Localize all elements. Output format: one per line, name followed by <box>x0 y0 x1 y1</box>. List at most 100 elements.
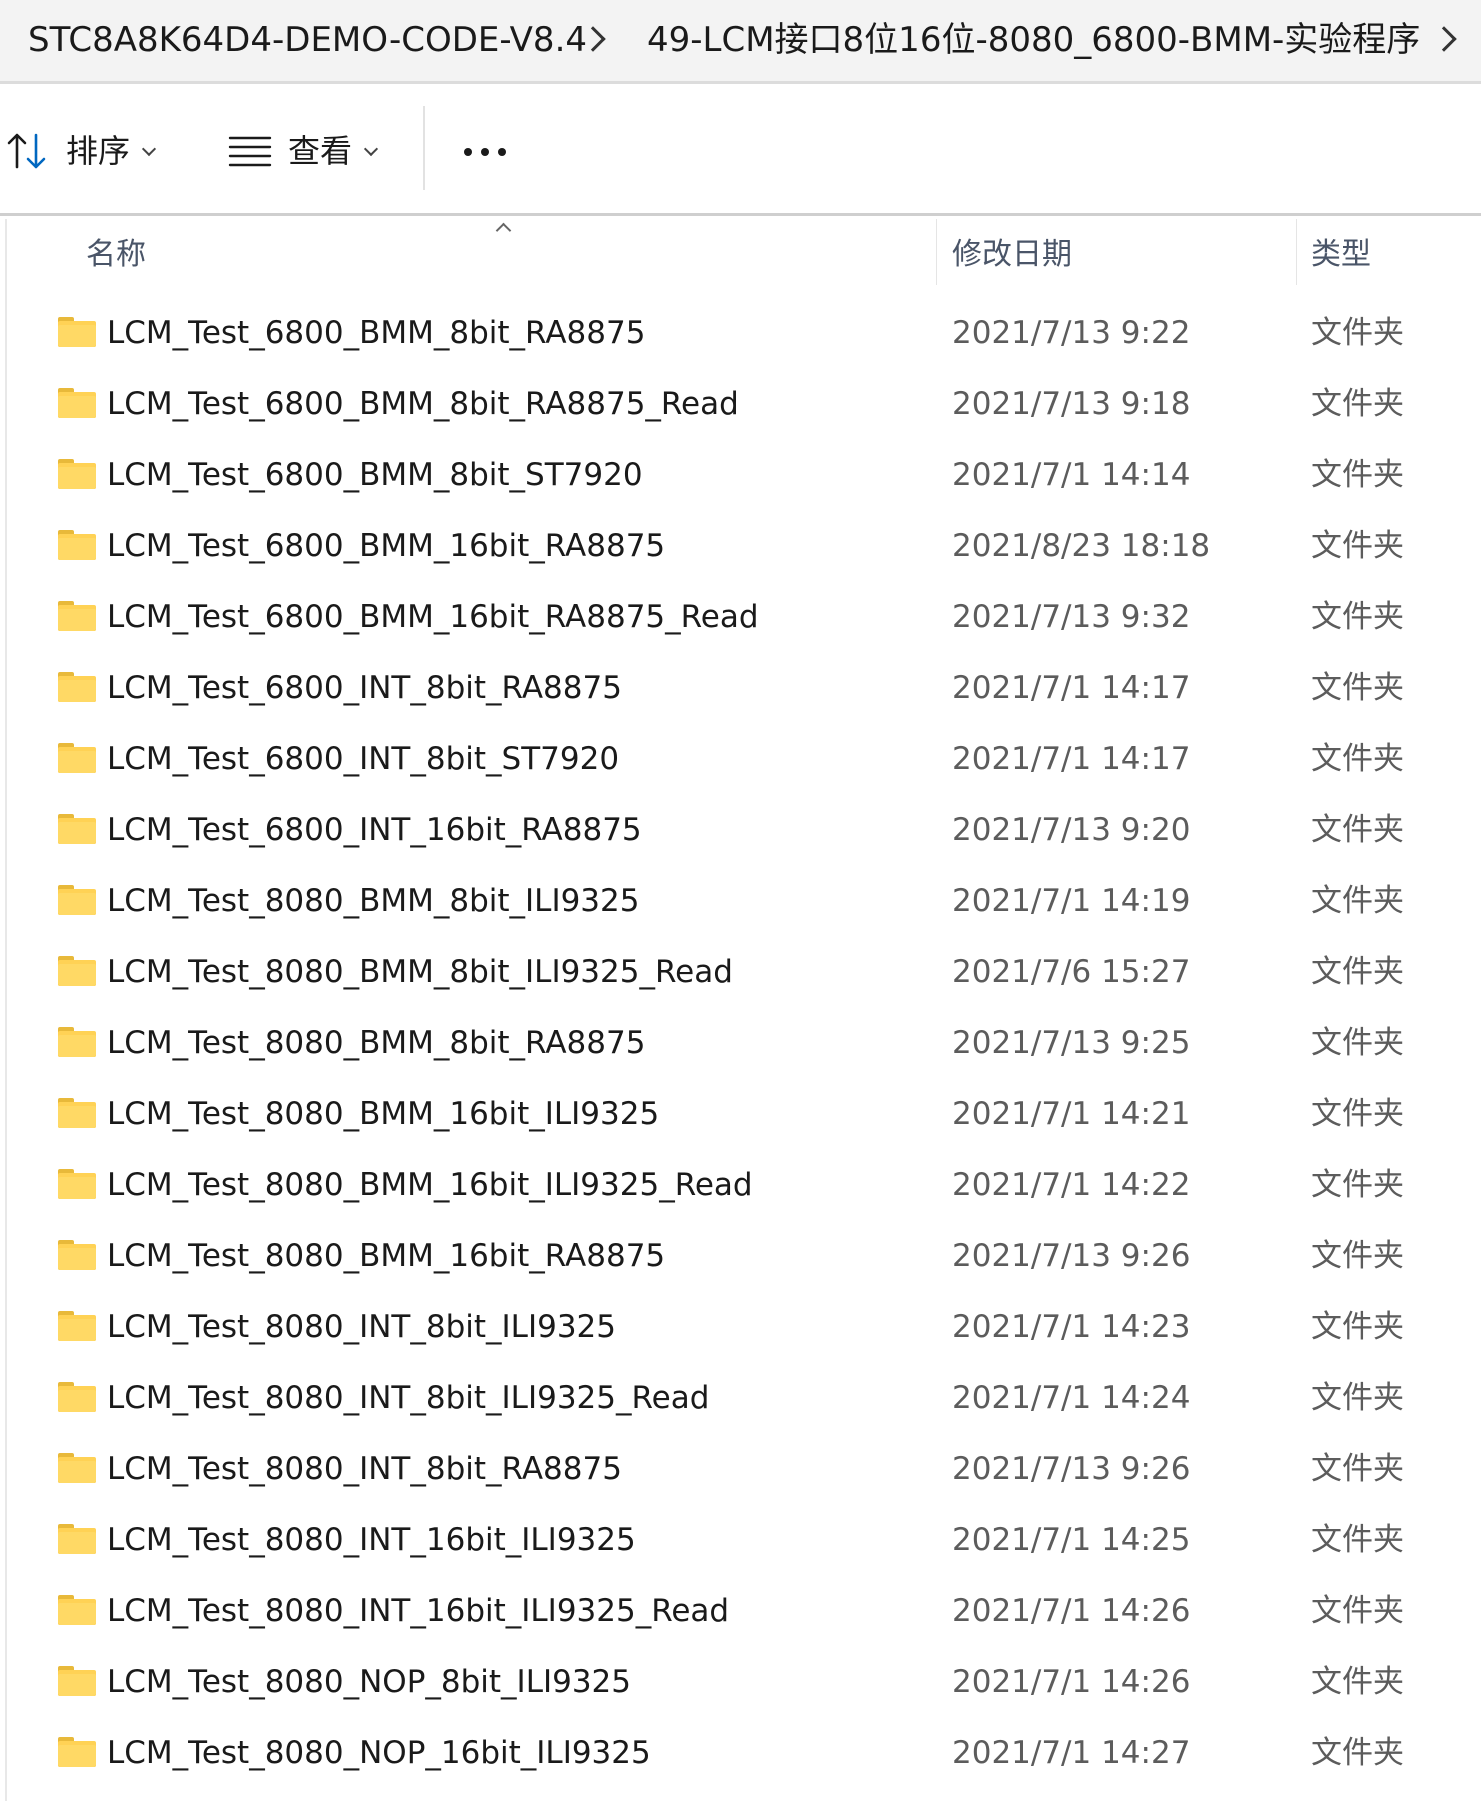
file-row[interactable]: LCM_Test_8080_BMM_16bit_ILI9325 2021/7/1 … <box>0 1079 1481 1150</box>
file-type: 文件夹 <box>1311 599 1404 635</box>
file-row[interactable]: LCM_Test_8080_INT_16bit_ILI9325 2021/7/1 … <box>0 1505 1481 1576</box>
file-name: LCM_Test_8080_INT_16bit_ILI9325_Read <box>107 1593 730 1629</box>
folder-icon <box>58 743 96 773</box>
file-name: LCM_Test_6800_INT_8bit_ST7920 <box>107 741 620 777</box>
folder-icon <box>58 388 96 418</box>
file-name: LCM_Test_8080_BMM_8bit_ILI9325_Read <box>107 954 733 990</box>
file-type: 文件夹 <box>1311 954 1404 990</box>
folder-icon <box>58 1737 96 1767</box>
chevron-right-icon[interactable] <box>1431 26 1457 52</box>
file-row[interactable]: LCM_Test_6800_INT_8bit_RA8875 2021/7/1 14… <box>0 653 1481 724</box>
file-type: 文件夹 <box>1311 1167 1404 1203</box>
file-date: 2021/7/13 9:26 <box>952 1451 1191 1487</box>
breadcrumb-item-root[interactable]: STC8A8K64D4-DEMO-CODE-V8.4 <box>28 18 587 62</box>
file-type: 文件夹 <box>1311 1096 1404 1132</box>
file-name: LCM_Test_6800_BMM_8bit_RA8875_Read <box>107 386 739 422</box>
folder-icon <box>58 956 96 986</box>
folder-icon <box>58 1666 96 1696</box>
file-date: 2021/7/1 14:25 <box>952 1522 1191 1558</box>
folder-icon <box>58 317 96 347</box>
file-name: LCM_Test_8080_BMM_16bit_ILI9325 <box>107 1096 660 1132</box>
file-date: 2021/7/6 15:27 <box>952 954 1191 990</box>
file-type: 文件夹 <box>1311 883 1404 919</box>
sort-arrows-icon <box>7 133 46 169</box>
file-date: 2021/7/1 14:26 <box>952 1593 1191 1629</box>
column-divider[interactable] <box>936 219 937 285</box>
file-date: 2021/7/13 9:26 <box>952 1238 1191 1274</box>
file-name: LCM_Test_6800_BMM_8bit_ST7920 <box>107 457 643 493</box>
file-row[interactable]: LCM_Test_6800_BMM_8bit_RA8875 2021/7/13 9… <box>0 298 1481 369</box>
file-row[interactable]: LCM_Test_8080_BMM_8bit_ILI9325 2021/7/1 1… <box>0 866 1481 937</box>
file-type: 文件夹 <box>1311 1025 1404 1061</box>
file-name: LCM_Test_6800_INT_16bit_RA8875 <box>107 812 642 848</box>
file-type: 文件夹 <box>1311 1309 1404 1345</box>
file-name: LCM_Test_8080_BMM_8bit_RA8875 <box>107 1025 646 1061</box>
folder-icon <box>58 1169 96 1199</box>
file-row[interactable]: LCM_Test_8080_INT_8bit_RA8875 2021/7/13 9… <box>0 1434 1481 1505</box>
file-row[interactable]: LCM_Test_6800_INT_8bit_ST7920 2021/7/1 14… <box>0 724 1481 795</box>
file-row[interactable]: LCM_Test_8080_INT_16bit_ILI9325_Read 2021… <box>0 1576 1481 1647</box>
file-name: LCM_Test_6800_INT_8bit_RA8875 <box>107 670 622 706</box>
file-date: 2021/7/13 9:20 <box>952 812 1191 848</box>
file-row[interactable]: LCM_Test_6800_INT_16bit_RA8875 2021/7/13 … <box>0 795 1481 866</box>
column-header-type[interactable]: 类型 <box>1311 235 1371 275</box>
file-row[interactable]: LCM_Test_6800_BMM_16bit_RA8875_Read 2021/… <box>0 582 1481 653</box>
more-options-button[interactable] <box>450 87 522 216</box>
file-row[interactable]: LCM_Test_8080_INT_8bit_ILI9325 2021/7/1 1… <box>0 1292 1481 1363</box>
file-row[interactable]: LCM_Test_8080_BMM_8bit_RA8875 2021/7/13 9… <box>0 1008 1481 1079</box>
folder-icon <box>58 1098 96 1128</box>
file-row[interactable]: LCM_Test_6800_BMM_8bit_ST7920 2021/7/1 14… <box>0 440 1481 511</box>
file-row[interactable]: LCM_Test_8080_BMM_16bit_ILI9325_Read 2021… <box>0 1150 1481 1221</box>
file-row[interactable]: LCM_Test_6800_BMM_16bit_RA8875 2021/8/23 … <box>0 511 1481 582</box>
folder-icon <box>58 1382 96 1412</box>
file-name: LCM_Test_8080_INT_8bit_RA8875 <box>107 1451 622 1487</box>
sort-label: 排序 <box>66 132 131 170</box>
file-type: 文件夹 <box>1311 1664 1404 1700</box>
folder-icon <box>58 1027 96 1057</box>
chevron-down-icon <box>363 141 379 157</box>
breadcrumb-item-current[interactable]: 49-LCM接口8位16位-8080_6800-BMM-实验程序 <box>647 18 1420 62</box>
file-date: 2021/7/1 14:23 <box>952 1309 1191 1345</box>
file-type: 文件夹 <box>1311 812 1404 848</box>
folder-icon <box>58 814 96 844</box>
file-date: 2021/7/1 14:21 <box>952 1096 1191 1132</box>
column-header-name[interactable]: 名称 <box>86 235 146 275</box>
command-bar: 排序 查看 <box>0 87 1481 216</box>
folder-icon <box>58 601 96 631</box>
file-name: LCM_Test_8080_NOP_16bit_ILI9325 <box>107 1735 651 1771</box>
file-date: 2021/7/1 14:27 <box>952 1735 1191 1771</box>
file-name: LCM_Test_6800_BMM_16bit_RA8875_Read <box>107 599 759 635</box>
file-type: 文件夹 <box>1311 670 1404 706</box>
file-row[interactable]: LCM_Test_8080_BMM_16bit_RA8875 2021/7/13 … <box>0 1221 1481 1292</box>
file-date: 2021/7/1 14:14 <box>952 457 1191 493</box>
view-label: 查看 <box>288 132 353 170</box>
file-type: 文件夹 <box>1311 1522 1404 1558</box>
file-row[interactable]: LCM_Test_8080_BMM_8bit_ILI9325_Read 2021/… <box>0 937 1481 1008</box>
file-type: 文件夹 <box>1311 315 1404 351</box>
file-date: 2021/7/1 14:22 <box>952 1167 1191 1203</box>
file-name: LCM_Test_8080_BMM_16bit_ILI9325_Read <box>107 1167 753 1203</box>
file-name: LCM_Test_8080_INT_16bit_ILI9325 <box>107 1522 636 1558</box>
sort-button[interactable]: 排序 <box>0 87 170 216</box>
file-type: 文件夹 <box>1311 457 1404 493</box>
file-name: LCM_Test_8080_BMM_16bit_RA8875 <box>107 1238 666 1274</box>
folder-icon <box>58 1453 96 1483</box>
file-date: 2021/7/1 14:26 <box>952 1664 1191 1700</box>
column-divider[interactable] <box>1296 219 1297 285</box>
file-row[interactable]: LCM_Test_8080_INT_8bit_ILI9325_Read 2021/… <box>0 1363 1481 1434</box>
file-date: 2021/8/23 18:18 <box>952 528 1211 564</box>
file-date: 2021/7/1 14:17 <box>952 670 1191 706</box>
file-date: 2021/7/13 9:32 <box>952 599 1191 635</box>
file-row[interactable]: LCM_Test_8080_NOP_16bit_ILI9325 2021/7/1 … <box>0 1718 1481 1789</box>
file-type: 文件夹 <box>1311 1735 1404 1771</box>
file-date: 2021/7/13 9:18 <box>952 386 1191 422</box>
file-type: 文件夹 <box>1311 1593 1404 1629</box>
view-button[interactable]: 查看 <box>220 87 390 216</box>
file-row[interactable]: LCM_Test_6800_BMM_8bit_RA8875_Read 2021/7… <box>0 369 1481 440</box>
file-type: 文件夹 <box>1311 1238 1404 1274</box>
folder-icon <box>58 1311 96 1341</box>
folder-icon <box>58 885 96 915</box>
toolbar-divider <box>423 106 425 190</box>
file-row[interactable]: LCM_Test_8080_NOP_8bit_ILI9325 2021/7/1 1… <box>0 1647 1481 1718</box>
column-header-date[interactable]: 修改日期 <box>952 235 1072 275</box>
